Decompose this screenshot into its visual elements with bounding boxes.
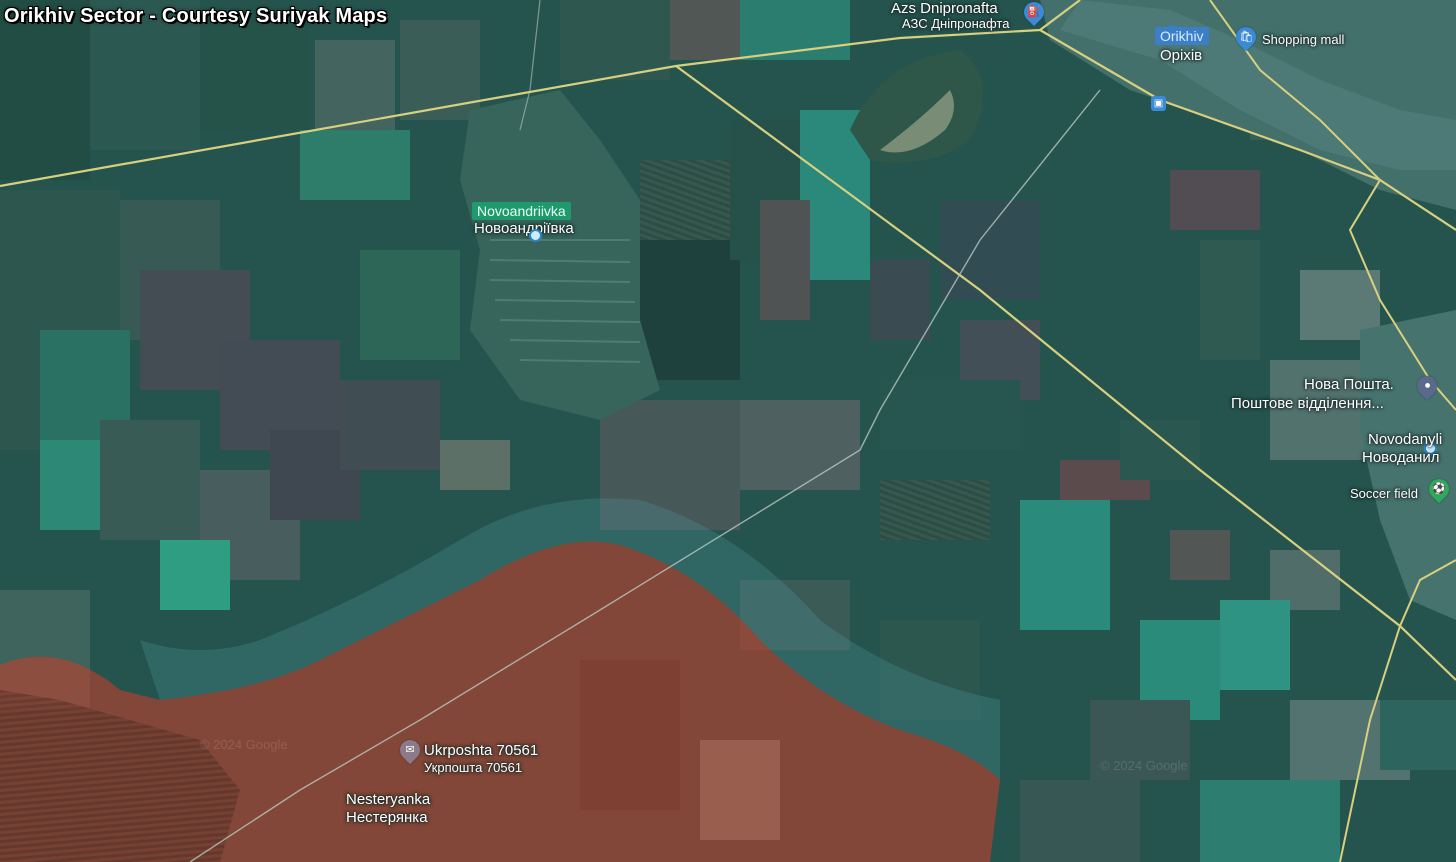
nova-poshta-label-line1[interactable]: Нова Пошта. bbox=[1304, 376, 1394, 393]
satellite-base bbox=[0, 0, 1456, 862]
map-view[interactable]: Orikhiv Sector - Courtesy Suriyak Maps A… bbox=[0, 0, 1456, 862]
ukrposhta-label-cyrillic[interactable]: Укрпошта 70561 bbox=[424, 760, 522, 775]
ukrposhta-label-latin[interactable]: Ukrposhta 70561 bbox=[424, 742, 538, 759]
nova-poshta-label-line2[interactable]: Поштове відділення... bbox=[1231, 395, 1384, 412]
map-title: Orikhiv Sector - Courtesy Suriyak Maps bbox=[4, 5, 388, 27]
gas-station-label-cyrillic[interactable]: АЗС Дніпронафта bbox=[902, 16, 1009, 31]
google-watermark: © 2024 Google bbox=[200, 737, 288, 752]
novoandriivka-village-dot[interactable] bbox=[529, 229, 542, 242]
red-zone-field bbox=[700, 740, 780, 840]
google-watermark: © 2024 Google bbox=[1100, 758, 1188, 773]
gas-station-label-latin[interactable]: Azs Dnipronafta bbox=[891, 0, 998, 17]
novoandriivka-label-cyrillic[interactable]: Новоандріївка bbox=[474, 220, 574, 237]
novodanylivka-label-latin[interactable]: Novodanyli bbox=[1368, 431, 1442, 448]
shopping-mall-label[interactable]: Shopping mall bbox=[1262, 32, 1344, 47]
train-icon[interactable]: ▣ bbox=[1151, 96, 1166, 111]
soccer-field-label[interactable]: Soccer field bbox=[1350, 486, 1418, 501]
red-zone-field bbox=[580, 660, 680, 810]
orikhiv-label-cyrillic[interactable]: Оріхів bbox=[1160, 47, 1202, 64]
nesteryanka-label-cyrillic[interactable]: Нестерянка bbox=[346, 809, 428, 826]
orikhiv-label-latin[interactable]: Orikhiv bbox=[1155, 27, 1209, 45]
novodanylivka-label-cyrillic[interactable]: Новоданил bbox=[1362, 449, 1440, 466]
nesteryanka-label-latin[interactable]: Nesteryanka bbox=[346, 791, 430, 808]
novoandriivka-label-latin[interactable]: Novoandriivka bbox=[472, 202, 571, 220]
